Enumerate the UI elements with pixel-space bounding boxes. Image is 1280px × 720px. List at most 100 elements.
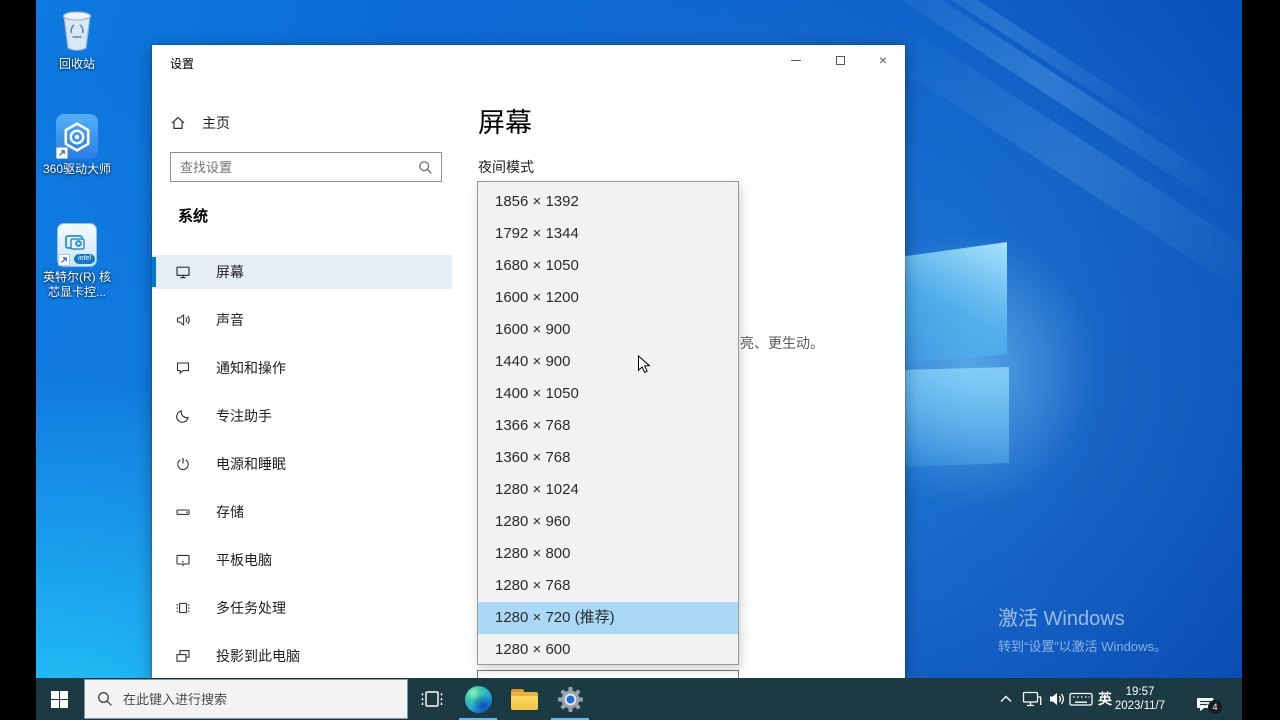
search-icon[interactable]	[418, 160, 433, 175]
resolution-option[interactable]: 1366 × 768	[478, 410, 738, 442]
taskbar-search-input[interactable]	[123, 692, 383, 707]
sidebar-section-title: 系统	[178, 205, 208, 226]
tray-show-hidden-icons-button[interactable]	[994, 678, 1018, 720]
chevron-up-icon	[1000, 695, 1012, 703]
page-title: 屏幕	[478, 101, 532, 140]
power-icon	[175, 456, 191, 472]
recycle-bin-icon	[57, 8, 97, 54]
minimize-icon	[791, 60, 801, 61]
tray-clock[interactable]: 19:57 2023/11/7	[1112, 678, 1168, 720]
windows-logo-icon	[51, 691, 68, 708]
shortcut-arrow-icon	[58, 254, 70, 266]
file-explorer-button[interactable]	[502, 678, 546, 720]
screen: 激活 Windows 转到“设置”以激活 Windows。 回收站 360驱动大…	[0, 0, 1280, 720]
sidebar-item-home[interactable]: 主页	[170, 108, 440, 138]
sidebar-item-power-sleep[interactable]: 电源和睡眠	[152, 447, 452, 481]
sidebar-item-notifications[interactable]: 通知和操作	[152, 351, 452, 385]
gear-icon	[557, 686, 584, 713]
task-view-icon	[420, 690, 444, 708]
tray-network-button[interactable]	[1018, 678, 1046, 720]
resolution-option[interactable]: 1280 × 960	[478, 506, 738, 538]
sidebar-item-display[interactable]: 屏幕	[152, 255, 452, 289]
sound-icon	[175, 312, 191, 328]
resolution-option[interactable]: 1280 × 768	[478, 570, 738, 602]
windows-logo-pane-bottom-right	[903, 367, 1009, 467]
resolution-option-recommended[interactable]: 1280 × 720 (推荐)	[478, 602, 738, 634]
window-title: 设置	[170, 55, 194, 72]
settings-app-button[interactable]	[548, 678, 592, 720]
sidebar-item-projecting[interactable]: 投影到此电脑	[152, 639, 452, 673]
desktop-icon-label: 英特尔(R) 核芯显卡控...	[35, 270, 119, 300]
projecting-icon	[175, 648, 191, 664]
shortcut-arrow-icon	[56, 147, 68, 159]
resolution-option[interactable]: 1680 × 1050	[478, 250, 738, 282]
mouse-cursor	[637, 355, 651, 375]
start-button[interactable]	[36, 678, 82, 720]
desktop-icon-recycle-bin[interactable]: 回收站	[35, 8, 119, 72]
edge-icon	[465, 686, 492, 713]
task-view-button[interactable]	[410, 678, 454, 720]
multitasking-icon	[175, 600, 191, 616]
settings-window: 设置 × 主页 系统 屏幕	[152, 45, 905, 678]
search-icon	[97, 691, 113, 707]
resolution-option[interactable]: 1360 × 768	[478, 442, 738, 474]
resolution-option[interactable]: 1280 × 600	[478, 634, 738, 666]
resolution-dropdown-list: 1856 × 1392 1792 × 1344 1680 × 1050 1600…	[477, 181, 739, 665]
close-button[interactable]: ×	[863, 45, 903, 75]
resolution-combobox[interactable]	[477, 670, 739, 678]
sidebar-item-multitasking[interactable]: 多任务处理	[152, 591, 452, 625]
storage-icon	[175, 504, 191, 520]
windows-logo-pane-top-right	[903, 242, 1007, 363]
letterbox-left	[0, 0, 36, 720]
maximize-icon	[836, 56, 845, 65]
intel-label-line2: 芯显卡控...	[48, 285, 106, 299]
desktop-icon-intel-graphics[interactable]: intel 英特尔(R) 核芯显卡控...	[35, 223, 119, 300]
sidebar-item-label: 投影到此电脑	[216, 646, 300, 666]
desktop-icon-360-driver-master[interactable]: 360驱动大师	[35, 114, 119, 177]
window-titlebar[interactable]: 设置 ×	[152, 45, 905, 77]
resolution-option[interactable]: 1400 × 1050	[478, 378, 738, 410]
activation-watermark: 激活 Windows 转到“设置”以激活 Windows。	[998, 602, 1167, 655]
notification-count-badge: 4	[1208, 700, 1222, 714]
action-center-button[interactable]: 4	[1186, 678, 1226, 720]
resolution-option[interactable]: 1280 × 1024	[478, 474, 738, 506]
resolution-option[interactable]: 1440 × 900	[478, 346, 738, 378]
intel-graphics-icon: intel	[57, 223, 97, 267]
sidebar-item-focus-assist[interactable]: 专注助手	[152, 399, 452, 433]
moon-icon	[175, 408, 191, 424]
clipped-description-text: 亮、更生动。	[740, 333, 824, 353]
sidebar-item-label: 多任务处理	[216, 598, 286, 618]
maximize-button[interactable]	[820, 45, 860, 75]
sidebar-item-label: 专注助手	[216, 406, 272, 426]
clock-date: 2023/11/7	[1115, 699, 1165, 713]
intel-label-line1: 英特尔(R) 核	[43, 270, 111, 284]
network-icon	[1022, 691, 1042, 707]
desktop-icon-label: 回收站	[35, 57, 119, 72]
settings-search-input[interactable]	[180, 153, 410, 181]
sidebar-item-tablet[interactable]: 平板电脑	[152, 543, 452, 577]
sidebar-home-label: 主页	[202, 113, 230, 133]
file-explorer-icon	[511, 689, 538, 710]
resolution-option[interactable]: 1792 × 1344	[478, 218, 738, 250]
home-icon	[170, 115, 186, 131]
clock-time: 19:57	[1126, 685, 1155, 699]
keyboard-icon	[1069, 691, 1093, 707]
taskbar-search-box[interactable]	[84, 679, 408, 719]
resolution-option[interactable]: 1600 × 900	[478, 314, 738, 346]
resolution-option[interactable]: 1600 × 1200	[478, 282, 738, 314]
sidebar-item-label: 存储	[216, 502, 244, 522]
taskbar: 英 19:57 2023/11/7 4	[36, 678, 1242, 720]
speaker-icon	[1048, 691, 1066, 707]
sidebar-item-sound[interactable]: 声音	[152, 303, 452, 337]
resolution-option[interactable]: 1856 × 1392	[478, 186, 738, 218]
minimize-button[interactable]	[776, 45, 816, 75]
close-icon: ×	[879, 53, 887, 67]
sidebar-item-label: 声音	[216, 310, 244, 330]
desktop-icon-label: 360驱动大师	[35, 162, 119, 177]
360-driver-icon	[56, 114, 98, 159]
edge-browser-button[interactable]	[456, 678, 500, 720]
resolution-option[interactable]: 1280 × 800	[478, 538, 738, 570]
settings-search-box[interactable]	[170, 152, 442, 182]
sidebar-item-storage[interactable]: 存储	[152, 495, 452, 529]
sidebar-item-label: 屏幕	[216, 262, 244, 282]
